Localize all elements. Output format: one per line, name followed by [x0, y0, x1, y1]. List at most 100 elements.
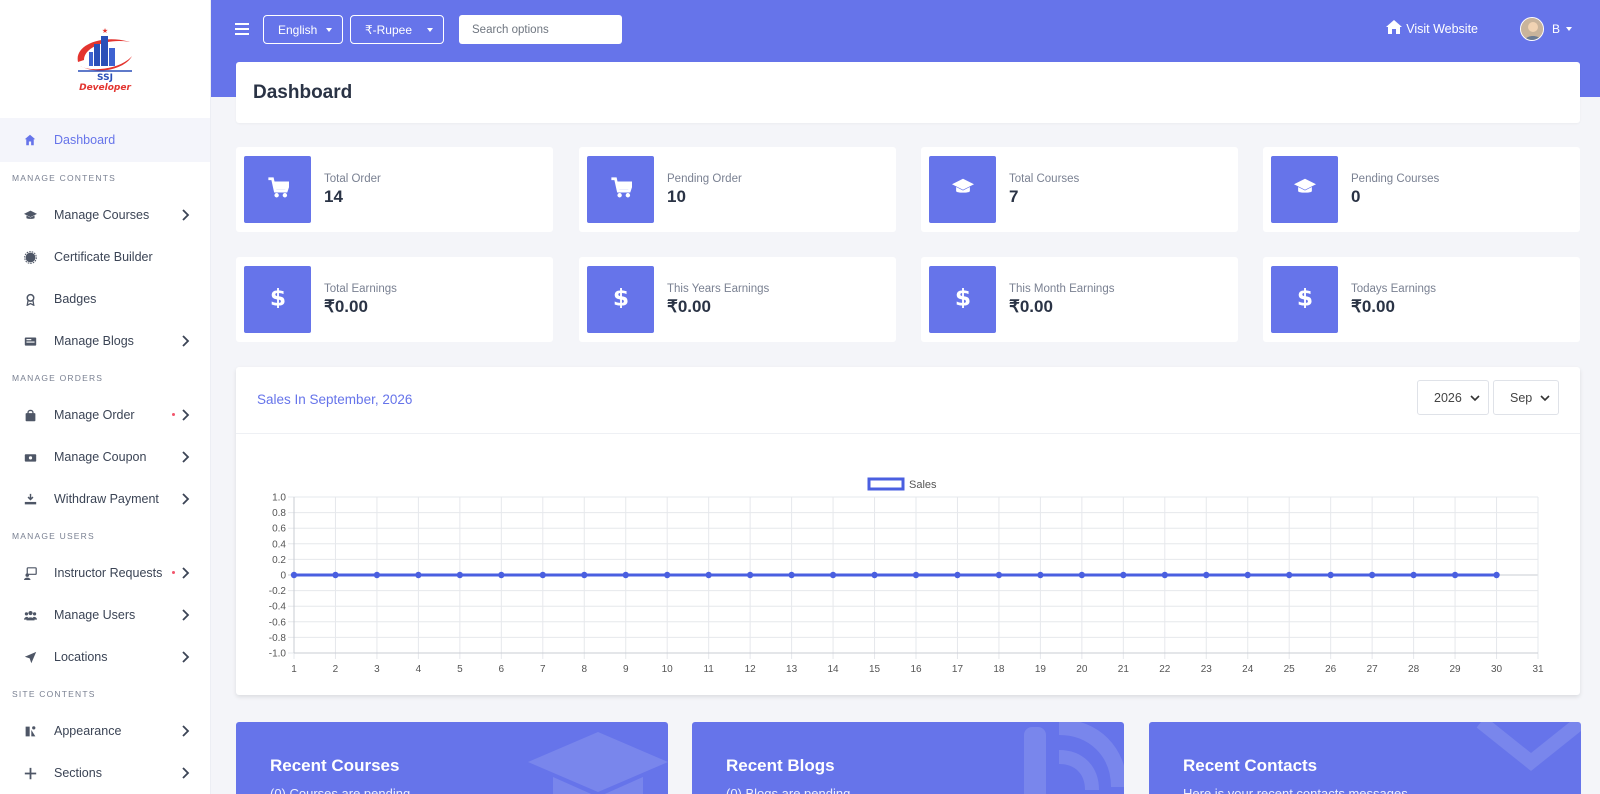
sidebar-item-label: Manage Coupon	[54, 450, 147, 464]
sections-icon	[22, 765, 38, 781]
dollar-icon: $	[952, 283, 974, 313]
x-tick-label: 27	[1367, 664, 1379, 675]
data-point	[1451, 571, 1459, 579]
y-tick-label: 0	[280, 571, 286, 582]
x-tick-label: 3	[374, 664, 380, 675]
search-input[interactable]	[459, 15, 622, 44]
x-tick-label: 4	[416, 664, 422, 675]
y-tick-label: 0.6	[272, 524, 286, 535]
brand-logo[interactable]: ★ SSJ Developer	[0, 0, 210, 118]
stat-card: Total Courses 7	[921, 147, 1238, 232]
recent-card-subtitle: Here is your recent contacts messages	[1183, 786, 1408, 794]
sidebar-item-label: Locations	[54, 650, 108, 664]
data-point	[664, 571, 671, 579]
x-tick-label: 17	[952, 664, 964, 675]
sidebar-sections: MANAGE CONTENTS Manage Courses Certificate…	[0, 162, 210, 794]
y-tick-label: -0.2	[269, 586, 287, 597]
user-menu[interactable]: B	[1519, 17, 1572, 41]
data-point	[871, 571, 878, 579]
stat-card: Pending Order 10	[579, 147, 896, 232]
shopping-bag-icon	[22, 407, 38, 423]
x-tick-label: 10	[662, 664, 674, 675]
stat-label: Pending Courses	[1351, 173, 1440, 185]
sidebar-item-label: Appearance	[54, 724, 122, 738]
coupon-icon	[22, 449, 38, 465]
data-point	[332, 571, 339, 579]
data-point	[373, 571, 381, 579]
data-point	[1493, 571, 1500, 579]
data-point	[290, 571, 298, 579]
sidebar-item-manage-users[interactable]: Manage Users	[0, 594, 210, 636]
recent-card-subtitle: (0) Courses are pending	[270, 786, 411, 794]
data-point	[1203, 571, 1210, 579]
location-arrow-icon	[22, 649, 38, 665]
sidebar-item-dashboard[interactable]: Dashboard	[0, 118, 210, 162]
y-tick-label: -0.4	[269, 602, 287, 613]
sidebar-item-manage-blogs[interactable]: Manage Blogs	[0, 320, 210, 362]
sales-chart-card: Sales In September, 2026 2026 Sep 1.0 0.8…	[236, 367, 1580, 695]
sidebar-item-withdraw-payment[interactable]: Withdraw Payment	[0, 478, 210, 520]
sidebar-item-label: Manage Order	[54, 408, 135, 422]
recent-card: Recent Blogs (0) Blogs are pending	[692, 722, 1124, 794]
x-tick-label: 19	[1035, 664, 1047, 675]
stat-value: 10	[667, 187, 686, 206]
chevron-right-icon	[182, 209, 190, 221]
y-tick-label: -1.0	[269, 649, 287, 660]
currency-select[interactable]: ₹-Rupee	[350, 15, 444, 44]
chevron-right-icon	[182, 567, 190, 579]
sidebar-item-instructor-requests[interactable]: Instructor Requests	[0, 552, 210, 594]
home-icon	[22, 132, 38, 148]
certificate-icon	[22, 249, 38, 265]
dollar-icon: $	[610, 283, 632, 313]
svg-text:$: $	[612, 286, 628, 308]
data-point	[581, 571, 588, 579]
data-point	[1286, 571, 1293, 579]
sidebar-section-label: MANAGE CONTENTS	[12, 173, 116, 183]
stat-card: $ Todays Earnings ₹0.00	[1263, 257, 1580, 342]
sidebar-item-appearance[interactable]: Appearance	[0, 710, 210, 752]
x-tick-label: 18	[993, 664, 1005, 675]
sidebar-item-sections[interactable]: Sections	[0, 752, 210, 794]
stat-icon-box	[244, 156, 311, 223]
y-tick-label: 0.2	[272, 555, 286, 566]
visit-website-link[interactable]: Visit Website	[1386, 20, 1478, 37]
sidebar-item-manage-order[interactable]: Manage Order	[0, 394, 210, 436]
stat-value: ₹0.00	[1009, 297, 1053, 316]
data-point	[1368, 571, 1376, 579]
data-point	[995, 571, 1003, 579]
stat-card: $ This Years Earnings ₹0.00	[579, 257, 896, 342]
brand-line2: Developer	[79, 83, 131, 92]
sidebar-item-manage-courses[interactable]: Manage Courses	[0, 194, 210, 236]
menu-toggle-icon[interactable]	[235, 22, 249, 36]
brand-line1: SSJ	[97, 73, 113, 83]
language-value: English	[278, 22, 318, 37]
data-point	[1244, 571, 1251, 579]
sidebar-item-locations[interactable]: Locations	[0, 636, 210, 678]
language-select[interactable]: English	[263, 15, 343, 44]
sidebar: ★ SSJ Developer Dashboard MANAGE CONTENT…	[0, 0, 211, 794]
data-point	[539, 571, 546, 579]
year-value: 2026	[1434, 390, 1462, 405]
sidebar-item-badges[interactable]: Badges	[0, 278, 210, 320]
stat-value: ₹0.00	[1351, 297, 1395, 316]
x-tick-label: 28	[1408, 664, 1420, 675]
chevron-down-icon	[1540, 395, 1550, 402]
data-point	[829, 571, 837, 579]
stat-value: 14	[324, 187, 343, 206]
month-select[interactable]: Sep	[1493, 380, 1559, 415]
x-tick-label: 11	[703, 664, 714, 675]
x-tick-label: 8	[581, 664, 587, 675]
chevron-down-icon	[1470, 395, 1480, 402]
sidebar-section-label: MANAGE ORDERS	[12, 373, 104, 383]
data-point	[622, 571, 629, 579]
stat-label: Total Earnings	[324, 283, 397, 295]
sidebar-item-certificate-builder[interactable]: Certificate Builder	[0, 236, 210, 278]
y-tick-label: 1.0	[272, 493, 286, 504]
stat-value: 0	[1351, 187, 1361, 206]
year-select[interactable]: 2026	[1417, 380, 1489, 415]
x-tick-label: 1	[291, 664, 297, 675]
sidebar-item-manage-coupon[interactable]: Manage Coupon	[0, 436, 210, 478]
home-icon	[1386, 20, 1406, 37]
sidebar-item-label: Manage Users	[54, 608, 136, 622]
users-icon	[22, 607, 38, 623]
